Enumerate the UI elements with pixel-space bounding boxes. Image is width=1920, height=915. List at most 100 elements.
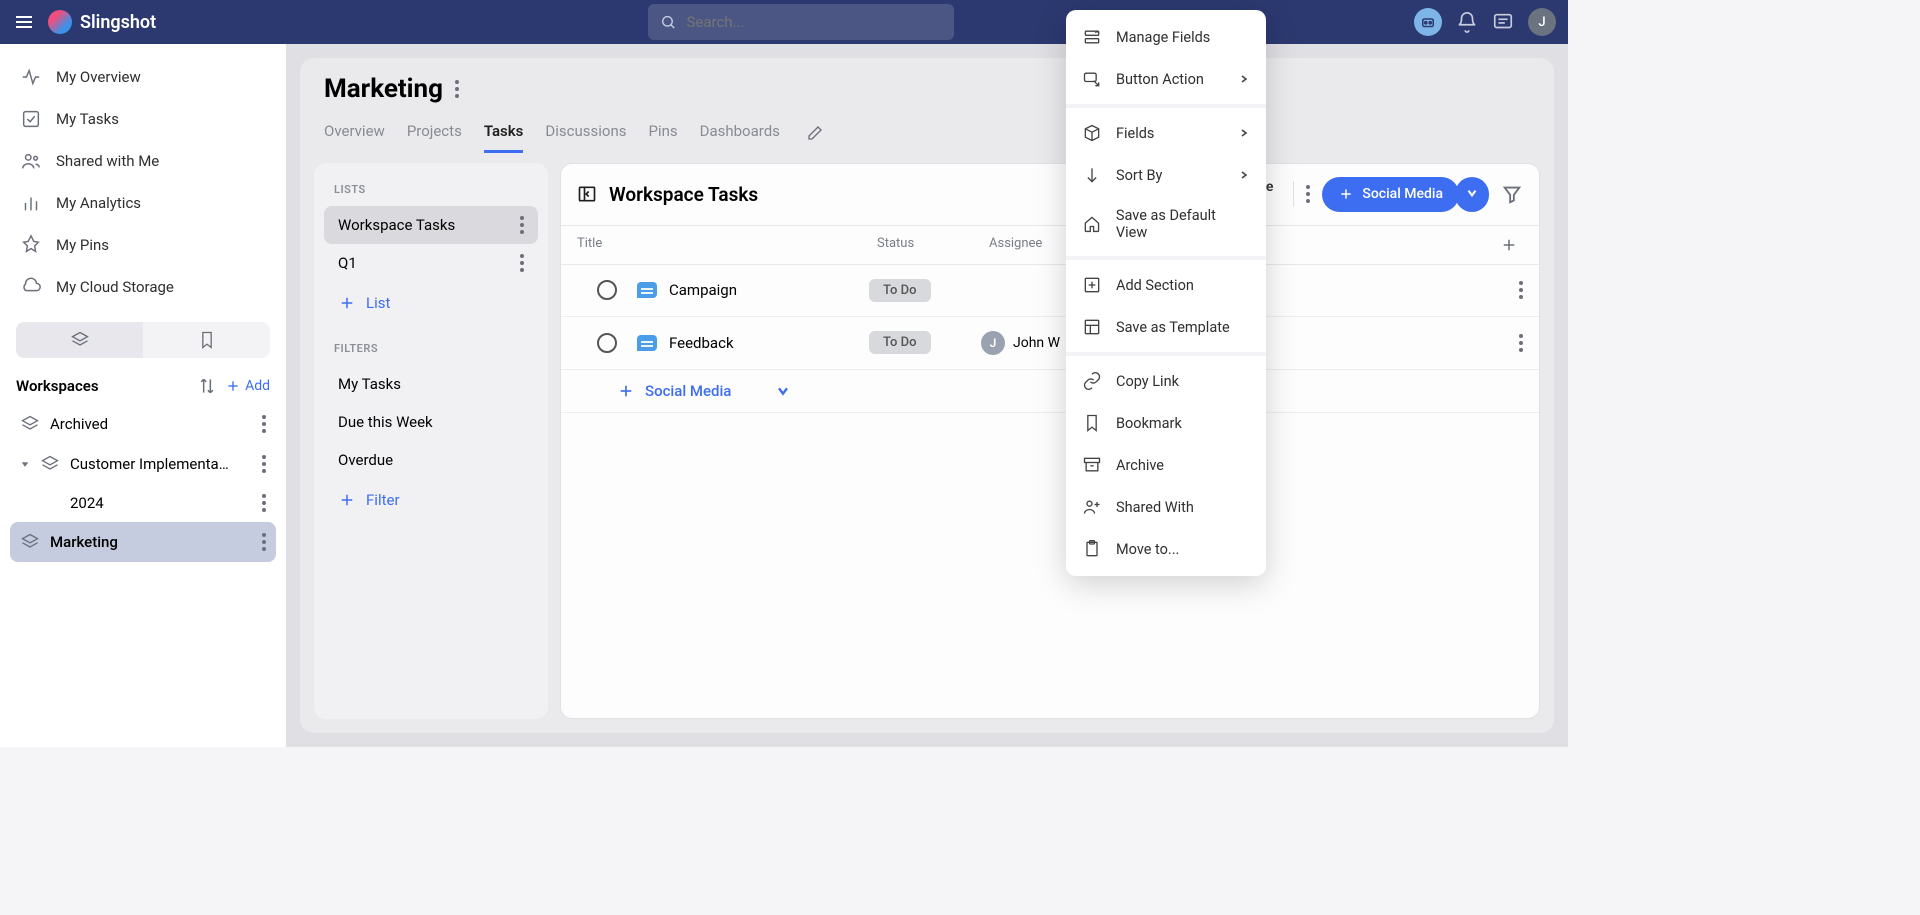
more-icon[interactable] [262,533,266,551]
search-input[interactable] [686,13,942,31]
nav-my-pins[interactable]: My Pins [0,224,286,266]
workspace-marketing[interactable]: Marketing [10,522,276,562]
list-label: Workspace Tasks [338,216,455,234]
add-filter-button[interactable]: Filter [324,479,538,521]
menu-label: Move to... [1116,541,1179,558]
user-avatar[interactable]: J [1528,8,1556,36]
lists-label: LISTS [324,177,538,206]
task-complete-toggle[interactable] [597,280,617,300]
tab-pins[interactable]: Pins [648,112,677,153]
menu-fields[interactable]: Fields [1066,112,1266,154]
more-icon[interactable] [262,455,266,473]
more-icon[interactable] [520,254,524,272]
menu-sort-by[interactable]: Sort By [1066,154,1266,196]
sort-icon[interactable] [197,376,217,396]
more-icon[interactable] [520,216,524,234]
nav-label: My Cloud Storage [56,278,174,296]
tabs: Overview Projects Tasks Discussions Pins… [300,112,1554,153]
nav-my-overview[interactable]: My Overview [0,56,286,98]
tab-projects[interactable]: Projects [407,112,462,153]
tab-overview[interactable]: Overview [324,112,385,153]
add-workspace-button[interactable]: Add [225,378,270,394]
assignee-avatar: J [981,331,1005,355]
nav-toggle-layers[interactable] [16,322,143,358]
menu-shared-with[interactable]: Shared With [1066,486,1266,528]
menu-move-to[interactable]: Move to... [1066,528,1266,570]
link-icon [1082,371,1102,391]
list-label: Q1 [338,254,357,272]
nav-toggle-bookmark[interactable] [143,322,270,358]
task-row[interactable]: Feedback To Do J John W [561,317,1539,370]
filters-label: FILTERS [324,336,538,365]
menu-label: Fields [1116,125,1154,142]
filter-label: Due this Week [338,413,433,431]
menu-copy-link[interactable]: Copy Link [1066,360,1266,402]
tab-tasks[interactable]: Tasks [484,112,524,153]
tab-discussions[interactable]: Discussions [545,112,626,153]
cursor-icon [1082,69,1102,89]
search-icon [660,13,676,31]
menu-label: Archive [1116,457,1164,474]
more-icon[interactable] [262,415,266,433]
task-more-icon[interactable] [1519,334,1523,352]
add-section-button[interactable]: Social Media [577,382,731,400]
hamburger-icon[interactable] [12,10,36,34]
archive-icon [1082,455,1102,475]
menu-bookmark[interactable]: Bookmark [1066,402,1266,444]
task-row[interactable]: Campaign To Do [561,265,1539,317]
brand[interactable]: Slingshot [48,10,156,34]
workspaces-header: Workspaces [16,377,189,395]
filter-overdue[interactable]: Overdue [324,441,538,479]
add-list-label: List [366,294,390,312]
search-box[interactable] [648,4,954,40]
chip-dropdown[interactable] [1455,177,1489,212]
edit-icon[interactable] [806,124,824,142]
list-q1[interactable]: Q1 [324,244,538,282]
add-column-button[interactable] [1495,236,1523,254]
workspace-2024[interactable]: 2024 [0,484,286,522]
page-more-icon[interactable] [455,80,459,98]
menu-save-template[interactable]: Save as Template [1066,306,1266,348]
chevron-right-icon [1238,127,1250,139]
filter-my-tasks[interactable]: My Tasks [324,365,538,403]
collapse-icon[interactable] [577,184,597,204]
chat-icon [637,335,657,351]
users-icon [20,150,42,172]
social-media-chip[interactable]: Social Media [1322,177,1459,212]
plus-icon [338,491,356,509]
activity-icon [20,66,42,88]
filter-due-this-week[interactable]: Due this Week [324,403,538,441]
nav-my-cloud-storage[interactable]: My Cloud Storage [0,266,286,308]
menu-button-action[interactable]: Button Action [1066,58,1266,100]
nav-my-tasks[interactable]: My Tasks [0,98,286,140]
layers-icon [40,454,60,474]
add-list-button[interactable]: List [324,282,538,324]
chat-icon[interactable] [1492,11,1514,33]
task-status[interactable]: To Do [869,331,981,354]
menu-save-default[interactable]: Save as Default View [1066,196,1266,252]
assistant-avatar[interactable] [1414,8,1442,36]
nav-label: Shared with Me [56,152,159,170]
task-complete-toggle[interactable] [597,333,617,353]
layers-icon [70,330,90,350]
fields-icon [1082,27,1102,47]
menu-archive[interactable]: Archive [1066,444,1266,486]
more-icon[interactable] [262,494,266,512]
filter-icon[interactable] [1501,183,1523,205]
menu-label: Manage Fields [1116,29,1210,46]
nav-shared-with-me[interactable]: Shared with Me [0,140,286,182]
pin-icon [20,234,42,256]
nav-my-analytics[interactable]: My Analytics [0,182,286,224]
task-status[interactable]: To Do [869,279,981,302]
tasks-more-icon[interactable] [1306,185,1310,203]
workspace-customer-impl[interactable]: Customer Implementa… [0,444,286,484]
status-pill: To Do [869,279,931,302]
task-more-icon[interactable] [1519,281,1523,299]
list-workspace-tasks[interactable]: Workspace Tasks [324,206,538,244]
tab-dashboards[interactable]: Dashboards [700,112,780,153]
workspace-archived[interactable]: Archived [0,404,286,444]
bell-icon[interactable] [1456,11,1478,33]
chevron-down-icon[interactable] [775,383,791,399]
menu-manage-fields[interactable]: Manage Fields [1066,16,1266,58]
menu-add-section[interactable]: Add Section [1066,264,1266,306]
